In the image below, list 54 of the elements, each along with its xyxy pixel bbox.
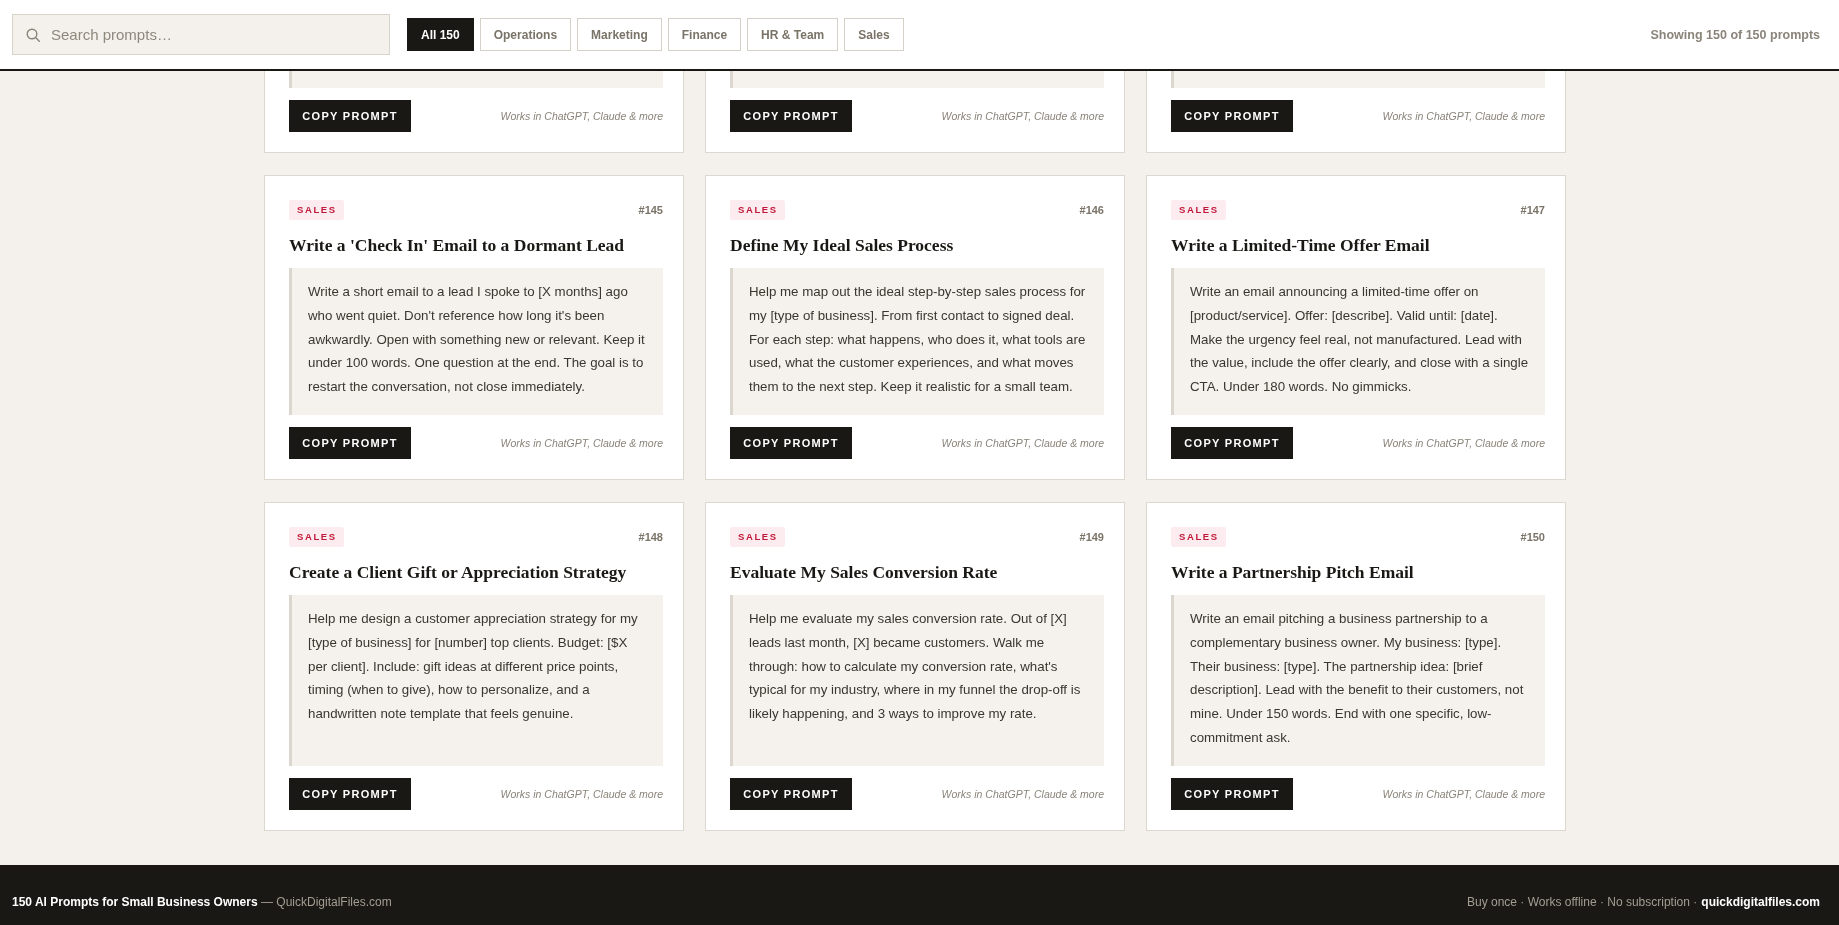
copy-button[interactable]: COPY PROMPT (289, 427, 411, 459)
compatibility-note: Works in ChatGPT, Claude & more (500, 110, 663, 122)
category-tag: SALES (289, 200, 344, 220)
prompt-number: #146 (1079, 204, 1104, 216)
copy-button[interactable]: COPY PROMPT (1171, 427, 1293, 459)
prompt-title: Write a 'Check In' Email to a Dormant Lead (289, 234, 626, 257)
compatibility-note: Works in ChatGPT, Claude & more (500, 437, 663, 449)
filter-button[interactable]: Operations (479, 18, 572, 51)
prompt-title: Evaluate My Sales Conversion Rate (730, 561, 999, 584)
prompt-text: Write a short email to a lead I spoke to [X months] ago who went quiet. Don't reference how long it's been awkwardly. Open with something new or relevant. Keep it under 100 words. One question at the end. The goal is to restart the conversation, not close immediately. (289, 268, 663, 415)
footer-title: 150 AI Prompts for Small Business Owners — QuickDigitalFiles.com (12, 895, 392, 909)
category-tag: SALES (289, 527, 344, 547)
prompt-number: #150 (1520, 531, 1545, 543)
copy-button[interactable]: COPY PROMPT (289, 777, 411, 810)
prompt-text: Help me design a customer appreciation strategy for my [type of business] for [number] top clients. Budget: [$X per client]. Include: gift ideas at different price points, timing (when to give), how to personalize, and a handwritten note template that feels genuine. (289, 595, 663, 766)
compatibility-note: Works in ChatGPT, Claude & more (1382, 437, 1545, 449)
prompt-title: Create a Client Gift or Appreciation Strategy (289, 561, 628, 584)
prompt-text: Help me map out the ideal step-by-step sales process for my [type of business]. From first contact to signed deal. For each step: what happens, who does it, what tools are used, what the customer experiences, and what moves them to the next step. Keep it realistic for a small team. (730, 268, 1104, 415)
compatibility-note: Works in ChatGPT, Claude & more (1382, 110, 1545, 122)
category-tag: SALES (1171, 527, 1226, 547)
copy-button[interactable]: COPY PROMPT (730, 427, 852, 459)
copy-button[interactable]: COPY PROMPT (1171, 100, 1293, 132)
compatibility-note: Works in ChatGPT, Claude & more (941, 787, 1104, 800)
prompt-text: Write an email pitching a business partnership to a complementary business owner. My business: [type]. Their business: [type]. The partnership idea: [brief description]. Lead with the benefit to their customers, not mine. Under 150 words. End with one specific, low-commitment ask. (1171, 595, 1545, 766)
copy-button[interactable]: COPY PROMPT (1171, 777, 1293, 810)
filter-button[interactable]: HR & Team (747, 18, 839, 51)
filter-button[interactable]: Marketing (577, 18, 662, 51)
category-tag: SALES (730, 200, 785, 220)
search-field[interactable]: Search prompts… (12, 14, 390, 55)
compatibility-note: Works in ChatGPT, Claude & more (1382, 787, 1545, 800)
website-link[interactable]: quickdigitalfiles.com (1701, 895, 1820, 909)
compatibility-note: Works in ChatGPT, Claude & more (941, 437, 1104, 449)
copy-button[interactable]: COPY PROMPT (730, 777, 852, 810)
search-icon (26, 28, 40, 42)
prompt-title: Write a Partnership Pitch Email (1171, 561, 1415, 584)
prompt-number: #145 (638, 204, 663, 216)
filter-button[interactable]: All 150 (407, 18, 474, 51)
category-tag: SALES (1171, 200, 1226, 220)
compatibility-note: Works in ChatGPT, Claude & more (500, 787, 663, 800)
prompt-number: #148 (638, 531, 663, 543)
filter-button[interactable]: Finance (667, 18, 742, 51)
prompt-number: #149 (1079, 531, 1104, 543)
result-count: Showing 150 of 150 prompts (1650, 27, 1820, 42)
compatibility-note: Works in ChatGPT, Claude & more (941, 110, 1104, 122)
filter-button[interactable]: Sales (844, 18, 904, 51)
prompt-title: Define My Ideal Sales Process (730, 234, 955, 257)
prompt-text: Help me evaluate my sales conversion rate. Out of [X] leads last month, [X] became customers. Walk me through: how to calculate my conversion rate, what's typical for my industry, where in my funnel the drop-off is likely happening, and 3 ways to improve my rate. (730, 595, 1104, 766)
prompt-title: Write a Limited-Time Offer Email (1171, 234, 1431, 257)
prompt-text: Write an email announcing a limited-time offer on [product/service]. Offer: [describe]. Valid until: [date]. Make the urgency feel real, not manufactured. Lead with the value, include the offer clearly, and close with a single CTA. Under 180 words. No gimmicks. (1171, 268, 1545, 415)
prompt-number: #147 (1520, 204, 1545, 216)
copy-button[interactable]: COPY PROMPT (730, 100, 852, 132)
footer-tagline: Buy once · Works offline · No subscription · (1466, 895, 1698, 909)
category-tag: SALES (730, 527, 785, 547)
copy-button[interactable]: COPY PROMPT (289, 100, 411, 132)
